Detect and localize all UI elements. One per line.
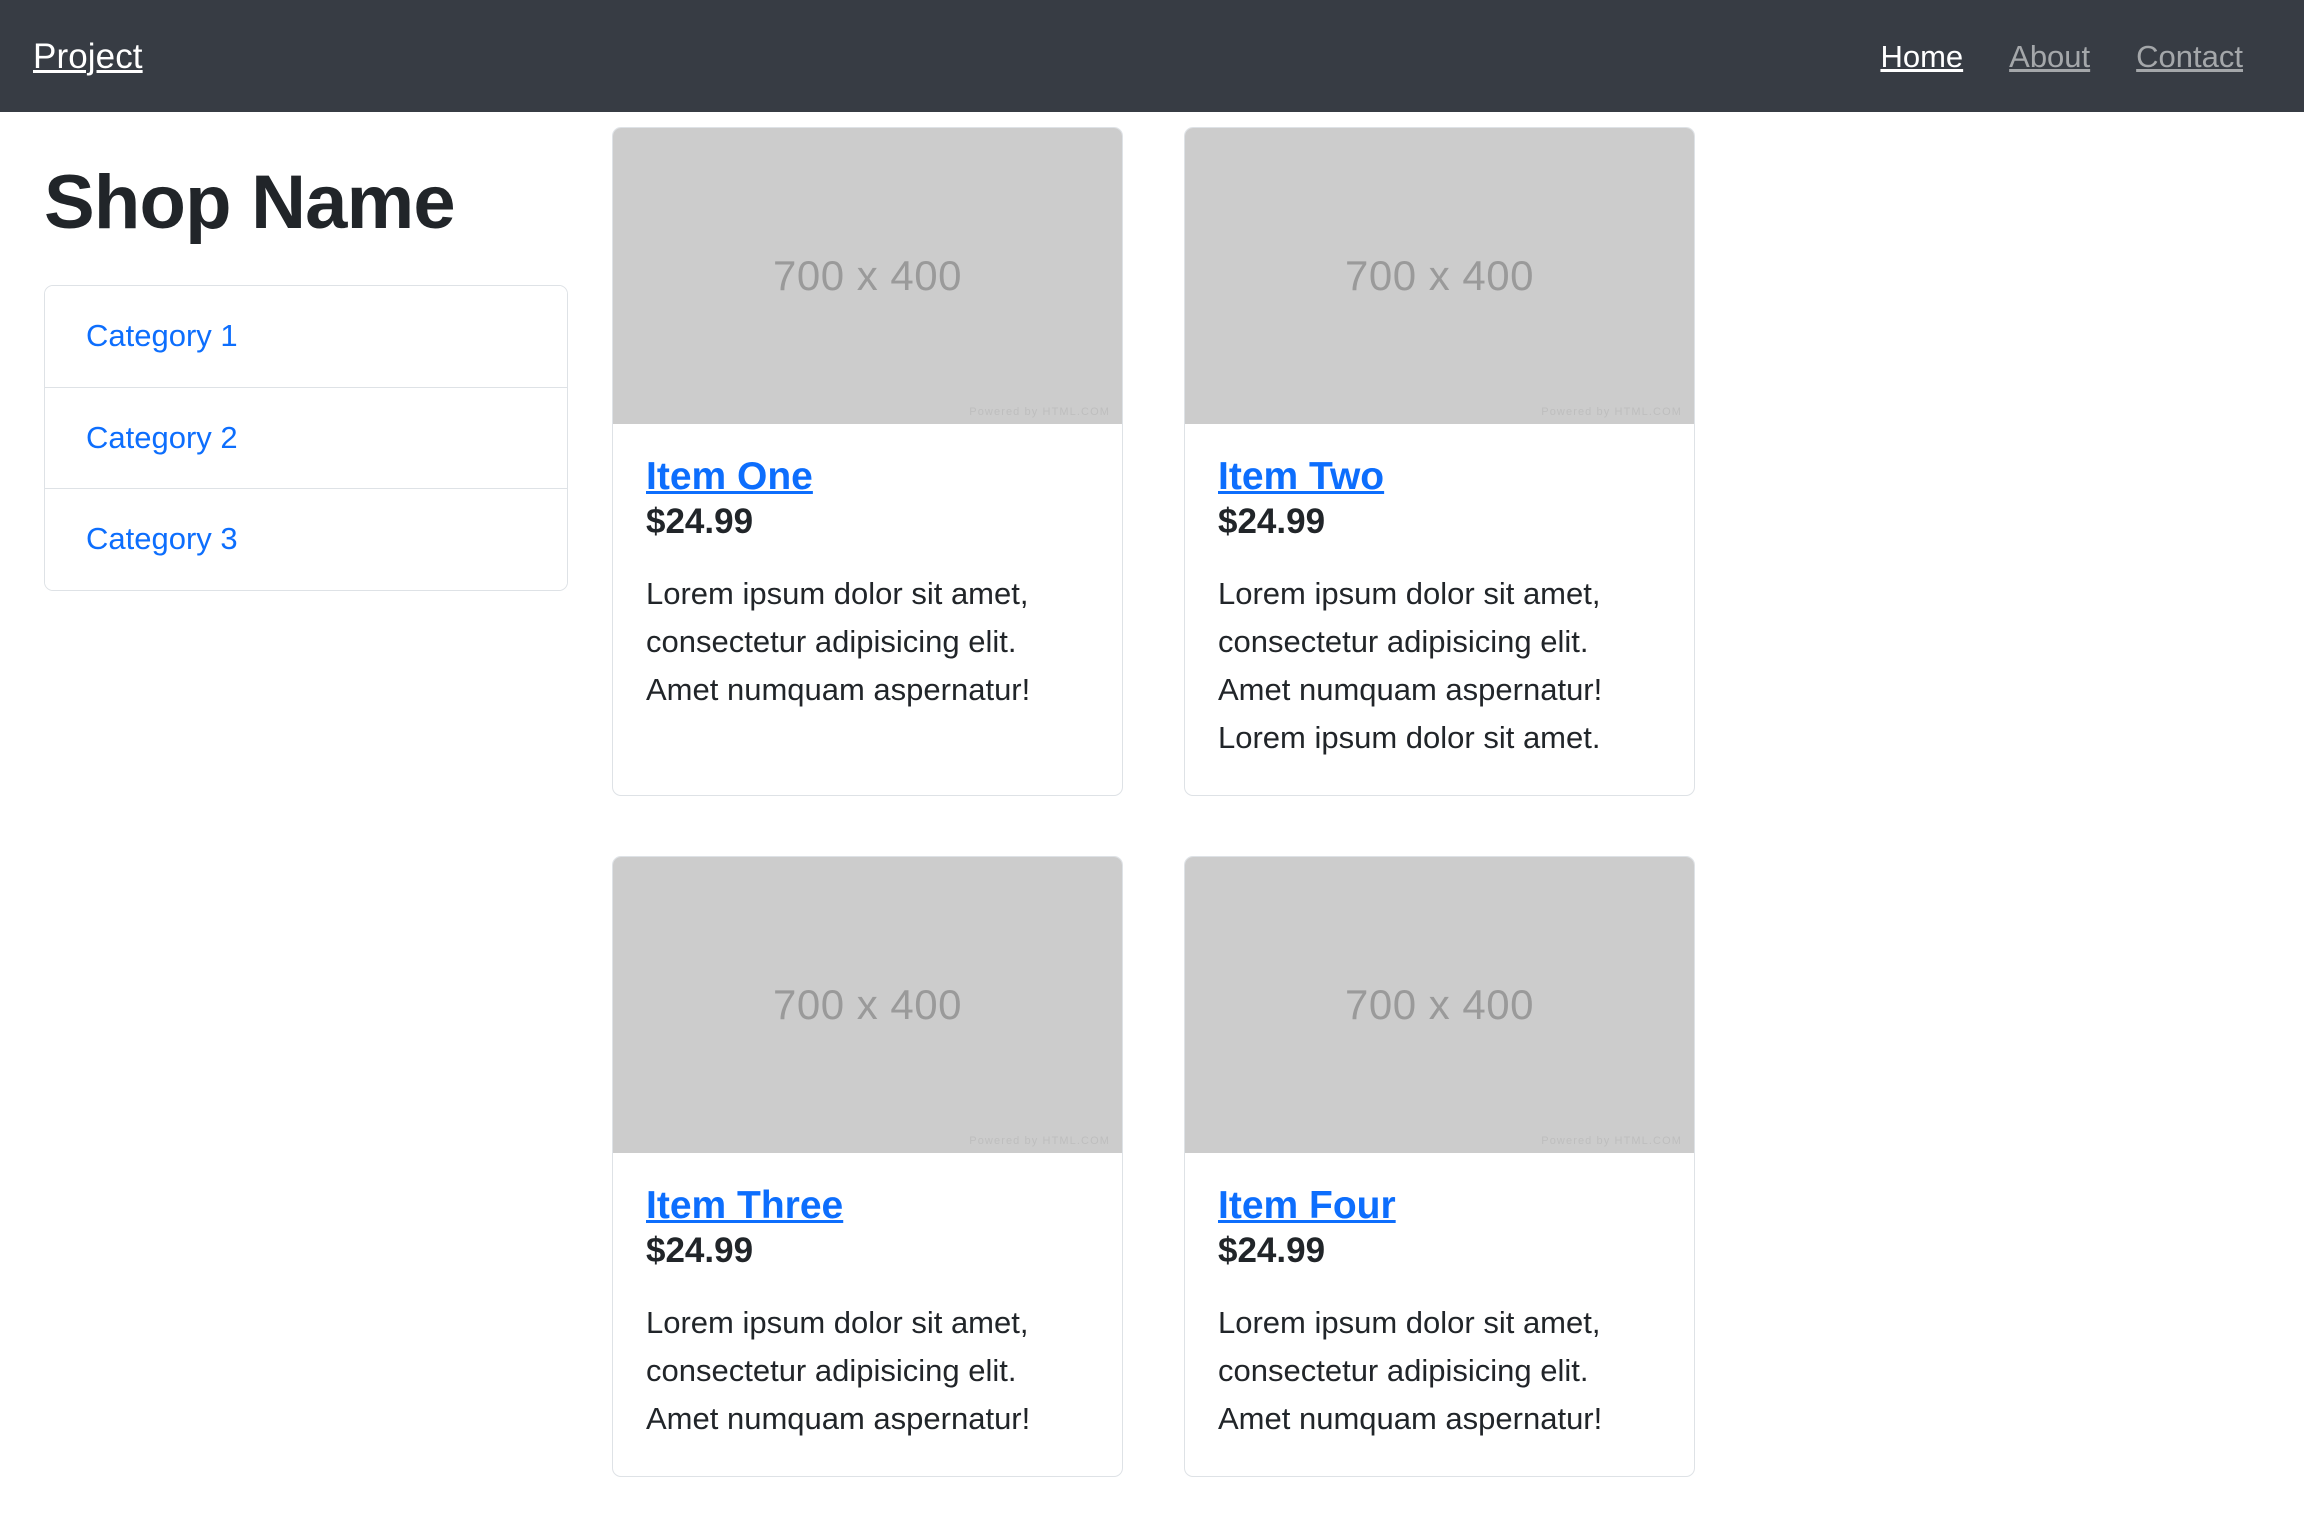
product-grid-container: 700 x 400 Powered by HTML.COM Item One $… xyxy=(612,112,2260,1518)
placeholder-watermark: Powered by HTML.COM xyxy=(969,406,1110,418)
product-description: Lorem ipsum dolor sit amet, consectetur … xyxy=(646,1304,1031,1436)
product-price: $24.99 xyxy=(1218,501,1326,541)
product-title-link[interactable]: Item Two xyxy=(1218,455,1384,498)
product-grid: 700 x 400 Powered by HTML.COM Item One $… xyxy=(612,127,2260,1518)
top-navbar: Project Home About Contact xyxy=(0,0,2304,112)
product-image-placeholder: 700 x 400 Powered by HTML.COM xyxy=(1185,128,1694,424)
sidebar-item-category-2[interactable]: Category 2 xyxy=(45,387,567,490)
placeholder-size-label: 700 x 400 xyxy=(773,980,962,1028)
nav-link-contact[interactable]: Contact xyxy=(2113,41,2266,72)
navbar-nav: Home About Contact xyxy=(1857,41,2271,72)
product-image-placeholder: 700 x 400 Powered by HTML.COM xyxy=(613,128,1122,424)
product-card[interactable]: 700 x 400 Powered by HTML.COM Item Two $… xyxy=(1184,127,1695,796)
category-list: Category 1 Category 2 Category 3 xyxy=(44,285,568,591)
placeholder-watermark: Powered by HTML.COM xyxy=(1541,406,1682,418)
product-image-placeholder: 700 x 400 Powered by HTML.COM xyxy=(613,856,1122,1153)
placeholder-watermark: Powered by HTML.COM xyxy=(1541,1134,1682,1147)
sidebar-item-category-3[interactable]: Category 3 xyxy=(45,489,567,590)
product-card[interactable]: 700 x 400 Powered by HTML.COM Item Four … xyxy=(1184,855,1695,1477)
sidebar: Shop Name Category 1 Category 2 Category… xyxy=(44,112,612,1518)
product-title-link[interactable]: Item One xyxy=(646,455,813,498)
page-title: Shop Name xyxy=(44,160,456,245)
navbar-brand[interactable]: Project xyxy=(33,39,143,74)
placeholder-size-label: 700 x 400 xyxy=(1345,980,1534,1028)
page-container: Shop Name Category 1 Category 2 Category… xyxy=(0,112,2304,1518)
product-price: $24.99 xyxy=(646,501,754,541)
category-link-3[interactable]: Category 3 xyxy=(86,521,238,556)
product-description: Lorem ipsum dolor sit amet, consectetur … xyxy=(646,575,1031,707)
product-card-body: Item One $24.99 Lorem ipsum dolor sit am… xyxy=(613,424,1122,747)
placeholder-size-label: 700 x 400 xyxy=(1345,252,1534,299)
product-card[interactable]: 700 x 400 Powered by HTML.COM Item Three… xyxy=(612,855,1123,1477)
nav-link-about[interactable]: About xyxy=(1986,41,2113,72)
category-link-2[interactable]: Category 2 xyxy=(86,420,238,455)
placeholder-watermark: Powered by HTML.COM xyxy=(969,1134,1110,1147)
product-card-body: Item Three $24.99 Lorem ipsum dolor sit … xyxy=(613,1153,1122,1476)
product-price: $24.99 xyxy=(1218,1230,1326,1270)
placeholder-size-label: 700 x 400 xyxy=(773,252,962,299)
nav-link-home[interactable]: Home xyxy=(1857,41,1986,72)
product-card[interactable]: 700 x 400 Powered by HTML.COM Item One $… xyxy=(612,127,1123,796)
product-image-placeholder: 700 x 400 Powered by HTML.COM xyxy=(1185,856,1694,1153)
product-card-body: Item Two $24.99 Lorem ipsum dolor sit am… xyxy=(1185,424,1694,795)
product-title-link[interactable]: Item Four xyxy=(1218,1184,1396,1227)
product-title-link[interactable]: Item Three xyxy=(646,1184,843,1227)
category-link-1[interactable]: Category 1 xyxy=(86,318,238,353)
sidebar-item-category-1[interactable]: Category 1 xyxy=(45,286,567,388)
product-price: $24.99 xyxy=(646,1230,754,1270)
product-card-body: Item Four $24.99 Lorem ipsum dolor sit a… xyxy=(1185,1153,1694,1476)
product-description: Lorem ipsum dolor sit amet, consectetur … xyxy=(1218,1304,1603,1436)
product-description: Lorem ipsum dolor sit amet, consectetur … xyxy=(1218,575,1603,755)
